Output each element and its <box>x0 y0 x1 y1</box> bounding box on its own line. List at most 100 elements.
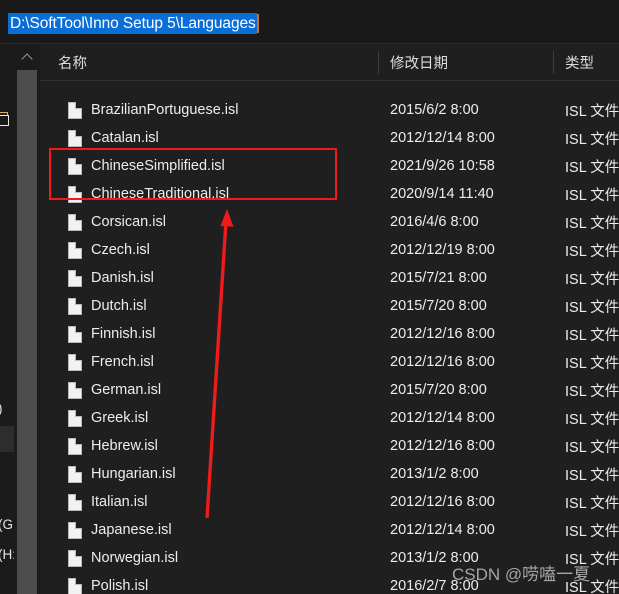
table-row[interactable]: Corsican.isl 2016/4/6 8:00 ISL 文件 <box>40 208 619 236</box>
file-date-cell: 2016/4/6 8:00 <box>390 214 479 230</box>
file-name-cell: Finnish.isl <box>91 326 156 342</box>
file-name-cell: Norwegian.isl <box>91 550 179 566</box>
file-name-cell: ChineseTraditional.isl <box>91 186 230 202</box>
address-path-text: D:\SoftTool\Inno Setup 5\Languages <box>8 13 257 34</box>
text-caret <box>256 14 259 33</box>
file-date-cell: 2015/7/21 8:00 <box>390 270 487 286</box>
file-icon <box>68 466 82 483</box>
file-list-pane[interactable]: 名称 修改日期 类型 BrazilianPortuguese.isl 2015/6… <box>40 44 619 594</box>
file-date-cell: 2012/12/14 8:00 <box>390 410 495 426</box>
file-icon <box>68 158 82 175</box>
file-rows: BrazilianPortuguese.isl 2015/6/2 8:00 ISL … <box>40 81 619 594</box>
file-type-cell: ISL 文件 <box>565 215 619 232</box>
file-name-cell: French.isl <box>91 354 154 370</box>
sidebar-item-paren[interactable]: ) <box>0 396 14 422</box>
table-row[interactable]: Hungarian.isl 2013/1/2 8:00 ISL 文件 <box>40 460 619 488</box>
column-divider[interactable] <box>378 51 379 74</box>
file-type-cell: ISL 文件 <box>565 131 619 148</box>
table-row[interactable]: BrazilianPortuguese.isl 2015/6/2 8:00 ISL … <box>40 96 619 124</box>
file-date-cell: 2012/12/19 8:00 <box>390 242 495 258</box>
table-row[interactable]: Catalan.isl 2012/12/14 8:00 ISL 文件 <box>40 124 619 152</box>
file-icon <box>68 186 82 203</box>
file-type-cell: ISL 文件 <box>565 187 619 204</box>
watermark-text: CSDN @唠嗑一夏 <box>452 565 591 584</box>
table-row[interactable]: Greek.isl 2012/12/14 8:00 ISL 文件 <box>40 404 619 432</box>
file-date-cell: 2012/12/14 8:00 <box>390 522 495 538</box>
file-type-cell: ISL 文件 <box>565 271 619 288</box>
file-name-cell: Italian.isl <box>91 494 148 510</box>
file-icon <box>68 550 82 567</box>
table-row[interactable]: Finnish.isl 2012/12/16 8:00 ISL 文件 <box>40 320 619 348</box>
file-icon <box>68 578 82 594</box>
file-type-cell: ISL 文件 <box>565 495 619 512</box>
file-icon <box>68 522 82 539</box>
file-icon <box>68 354 82 371</box>
file-icon <box>68 102 82 119</box>
file-date-cell: 2015/7/20 8:00 <box>390 382 487 398</box>
file-name-cell: Greek.isl <box>91 410 149 426</box>
table-row[interactable]: Hebrew.isl 2012/12/16 8:00 ISL 文件 <box>40 432 619 460</box>
scrollbar-thumb[interactable] <box>17 70 37 594</box>
sidebar-item-label: ) <box>0 401 3 416</box>
file-name-cell: Danish.isl <box>91 270 154 286</box>
file-icon <box>68 494 82 511</box>
nav-scrollbar[interactable] <box>14 44 40 594</box>
navigation-pane[interactable]: ) (G:) (H:) <box>0 44 14 594</box>
file-type-cell: ISL 文件 <box>565 243 619 260</box>
file-name-cell: ChineseSimplified.isl <box>91 158 225 174</box>
file-icon <box>68 130 82 147</box>
file-type-cell: ISL 文件 <box>565 383 619 400</box>
table-row[interactable]: Japanese.isl 2012/12/14 8:00 ISL 文件 <box>40 516 619 544</box>
file-type-cell: ISL 文件 <box>565 159 619 176</box>
column-header-name[interactable]: 名称 <box>58 44 87 80</box>
table-row[interactable]: French.isl 2012/12/16 8:00 ISL 文件 <box>40 348 619 376</box>
file-name-cell: Czech.isl <box>91 242 150 258</box>
sidebar-item-label: (G:) <box>0 517 14 532</box>
file-name-cell: Catalan.isl <box>91 130 159 146</box>
scrollbar-track[interactable] <box>14 70 40 594</box>
column-header-row: 名称 修改日期 类型 <box>40 44 619 81</box>
address-input[interactable]: D:\SoftTool\Inno Setup 5\Languages <box>8 13 259 34</box>
file-name-cell: Hebrew.isl <box>91 438 158 454</box>
file-icon <box>68 438 82 455</box>
file-date-cell: 2012/12/16 8:00 <box>390 354 495 370</box>
file-type-cell: ISL 文件 <box>565 467 619 484</box>
column-header-date[interactable]: 修改日期 <box>390 44 448 80</box>
table-row[interactable]: Dutch.isl 2015/7/20 8:00 ISL 文件 <box>40 292 619 320</box>
scroll-up-button[interactable] <box>14 44 40 70</box>
file-date-cell: 2012/12/16 8:00 <box>390 438 495 454</box>
table-row[interactable]: ChineseTraditional.isl 2020/9/14 11:40 ISL… <box>40 180 619 208</box>
file-date-cell: 2015/7/20 8:00 <box>390 298 487 314</box>
file-name-cell: German.isl <box>91 382 162 398</box>
file-name-cell: BrazilianPortuguese.isl <box>91 102 239 118</box>
file-icon <box>68 242 82 259</box>
table-row[interactable]: Italian.isl 2012/12/16 8:00 ISL 文件 <box>40 488 619 516</box>
file-date-cell: 2013/1/2 8:00 <box>390 466 479 482</box>
file-date-cell: 2012/12/16 8:00 <box>390 494 495 510</box>
file-type-cell: ISL 文件 <box>565 103 619 120</box>
sidebar-item-drive-h[interactable]: (H:) <box>0 542 14 568</box>
table-row[interactable]: ChineseSimplified.isl 2021/9/26 10:58 ISL … <box>40 152 619 180</box>
folder-icon <box>0 110 14 130</box>
sidebar-item-label: (H:) <box>0 547 14 562</box>
file-date-cell: 2020/9/14 11:40 <box>390 186 494 202</box>
table-row[interactable]: German.isl 2015/7/20 8:00 ISL 文件 <box>40 376 619 404</box>
file-icon <box>68 410 82 427</box>
sidebar-item-drive-g[interactable]: (G:) <box>0 512 14 538</box>
table-row[interactable]: Czech.isl 2012/12/19 8:00 ISL 文件 <box>40 236 619 264</box>
sidebar-item-folder[interactable] <box>0 110 14 136</box>
file-explorer-window: D:\SoftTool\Inno Setup 5\Languages ) (G:… <box>0 0 619 594</box>
file-name-cell: Dutch.isl <box>91 298 147 314</box>
sidebar-item-selected[interactable] <box>0 426 14 452</box>
file-type-cell: ISL 文件 <box>565 299 619 316</box>
file-date-cell: 2012/12/14 8:00 <box>390 130 495 146</box>
column-header-type[interactable]: 类型 <box>565 44 594 80</box>
file-icon <box>68 270 82 287</box>
file-date-cell: 2012/12/16 8:00 <box>390 326 495 342</box>
file-name-cell: Hungarian.isl <box>91 466 176 482</box>
address-bar[interactable]: D:\SoftTool\Inno Setup 5\Languages <box>0 0 619 44</box>
column-divider[interactable] <box>553 51 554 74</box>
file-type-cell: ISL 文件 <box>565 355 619 372</box>
table-row[interactable]: Danish.isl 2015/7/21 8:00 ISL 文件 <box>40 264 619 292</box>
file-icon <box>68 326 82 343</box>
